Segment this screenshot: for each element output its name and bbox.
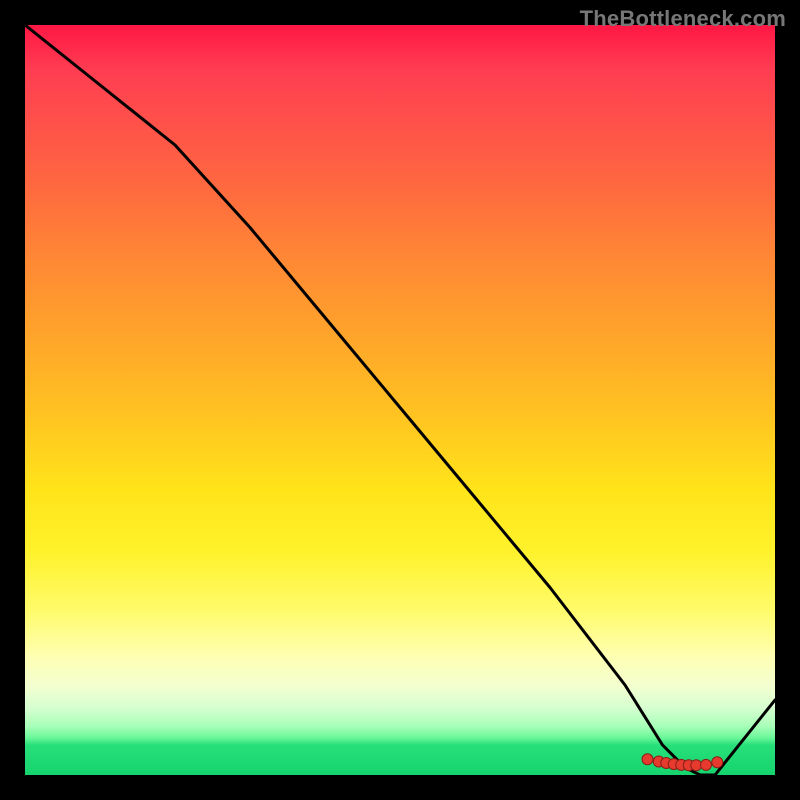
watermark-text: TheBottleneck.com [580, 6, 786, 32]
chart-canvas: TheBottleneck.com [0, 0, 800, 800]
gradient-plot-area [25, 25, 775, 775]
